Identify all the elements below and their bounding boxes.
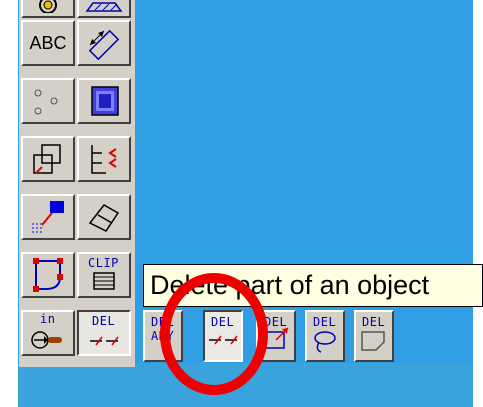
dimension-tool-button[interactable] xyxy=(77,20,131,66)
highlight-circle xyxy=(160,273,268,395)
screen: ABC CLIP in DEL DEL ANY DEL DEL DEL DEL … xyxy=(0,0,483,407)
delete-line-icon xyxy=(90,336,119,346)
fill-pattern-tool-button[interactable] xyxy=(77,78,131,124)
group-tool-button[interactable] xyxy=(21,136,75,182)
delete-lasso-button[interactable]: DEL xyxy=(305,310,345,362)
dimension-icon xyxy=(88,29,120,61)
align-icon xyxy=(91,145,117,174)
delete-shape-icon xyxy=(361,331,385,351)
solid-tool-button[interactable] xyxy=(77,194,131,240)
text-tool-label: ABC xyxy=(29,32,67,53)
text-tool-button[interactable]: ABC xyxy=(21,20,75,66)
clip-tool-button[interactable]: CLIP xyxy=(77,252,131,298)
points-tool-button[interactable] xyxy=(21,78,75,124)
delete-shape-button[interactable]: DEL xyxy=(354,310,394,362)
move-icon xyxy=(32,201,64,233)
eraser-solid-icon xyxy=(88,204,120,232)
insert-icon xyxy=(31,331,62,349)
points-icon xyxy=(34,89,58,115)
hatch-dimension-icon xyxy=(85,2,123,12)
group-icon xyxy=(33,144,61,174)
clip-icon xyxy=(93,272,115,290)
edit-nodes-tool-button[interactable] xyxy=(21,252,75,298)
tool-palette: ABC CLIP in DEL xyxy=(19,0,135,367)
edit-nodes-icon xyxy=(33,258,63,292)
lasso-icon xyxy=(314,331,336,353)
pattern-fill-icon xyxy=(91,86,119,116)
snap-tool-button[interactable] xyxy=(21,0,75,18)
delete-tool-button[interactable]: DEL xyxy=(77,310,131,356)
move-tool-button[interactable] xyxy=(21,194,75,240)
hatch-dimension-tool-button[interactable] xyxy=(77,0,131,18)
align-tool-button[interactable] xyxy=(77,136,131,182)
snap-icon xyxy=(39,0,57,13)
insert-tool-button[interactable]: in xyxy=(21,310,75,356)
